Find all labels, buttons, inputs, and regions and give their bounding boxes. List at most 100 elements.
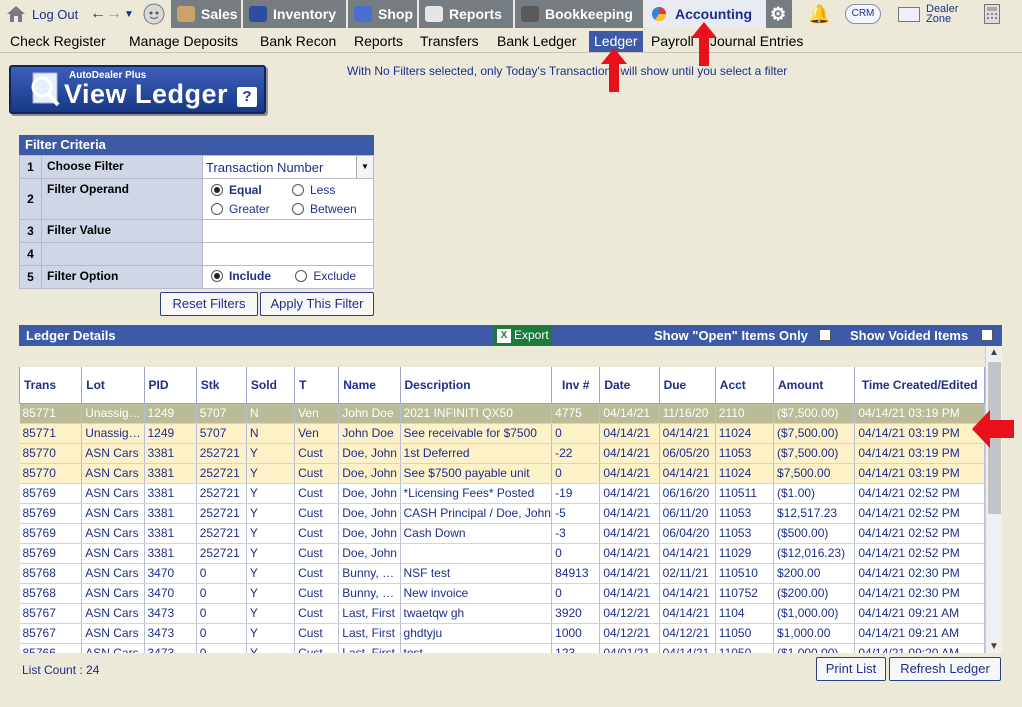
subnav-bank-recon[interactable]: Bank Recon: [260, 31, 336, 52]
apply-filter-button[interactable]: Apply This Filter: [260, 292, 374, 316]
option-include-radio[interactable]: Include: [211, 269, 292, 283]
scroll-down-icon[interactable]: ▼: [989, 641, 999, 652]
column-header[interactable]: Inv #: [551, 367, 601, 404]
ledger-cell: 3473: [144, 623, 197, 644]
nav-sales[interactable]: Sales: [171, 0, 242, 28]
logout-button[interactable]: Log Out: [6, 0, 86, 28]
chevron-down-icon[interactable]: ▼: [124, 9, 134, 20]
subnav-transfers[interactable]: Transfers: [420, 31, 479, 52]
ledger-cell: 04/14/21 09:21 AM: [854, 623, 985, 644]
red-up-arrow-icon: [601, 48, 627, 92]
ledger-cell: Cust: [294, 523, 340, 544]
operand-between-label: Between: [310, 201, 357, 216]
column-header[interactable]: PID: [143, 367, 197, 404]
ledger-row[interactable]: 85767 ASN Cars 3473 0 Y Cust Last, First twaetq…: [19, 603, 985, 624]
ledger-row[interactable]: 85769 ASN Cars 3381 252721 Y Cust Doe, John 0 04…: [19, 543, 985, 564]
filter-value-2-input[interactable]: [202, 242, 374, 266]
open-items-label: Show "Open" Items Only: [654, 328, 808, 343]
nav-reports[interactable]: Reports: [419, 0, 514, 28]
calculator-icon[interactable]: [984, 0, 1004, 28]
filter-value-input[interactable]: [202, 219, 374, 243]
ledger-cell: 2110: [715, 403, 775, 424]
ledger-cell: Cust: [294, 643, 340, 653]
settings-button[interactable]: ⚙: [766, 0, 793, 28]
reset-filters-button[interactable]: Reset Filters: [160, 292, 258, 316]
ledger-cell: 3381: [144, 483, 197, 504]
subnav-payroll[interactable]: Payroll: [651, 31, 694, 52]
operand-less-radio[interactable]: Less: [292, 183, 335, 197]
ledger-cell: 0: [196, 603, 247, 624]
column-header[interactable]: Acct: [714, 367, 775, 404]
ledger-cell: 252721: [196, 443, 247, 464]
column-header[interactable]: Trans: [19, 367, 83, 404]
refresh-ledger-button[interactable]: Refresh Ledger: [889, 657, 1001, 681]
ledger-cell: 3473: [144, 603, 197, 624]
dropdown-arrow-icon[interactable]: ▼: [356, 156, 373, 178]
nav-inventory[interactable]: Inventory: [243, 0, 347, 28]
ledger-row[interactable]: 85769 ASN Cars 3381 252721 Y Cust Doe, John *Li…: [19, 483, 985, 504]
ledger-row[interactable]: 85770 ASN Cars 3381 252721 Y Cust Doe, John See…: [19, 463, 985, 484]
dealer-zone-button[interactable]: Dealer Zone: [898, 0, 968, 28]
column-header[interactable]: Description: [399, 367, 553, 404]
ledger-cell: 3381: [144, 543, 197, 564]
home-icon: [7, 6, 25, 22]
ledger-row[interactable]: 85771 Unassigned 1249 5707 N Ven John Doe See r…: [19, 423, 985, 444]
operand-equal-radio[interactable]: Equal: [211, 183, 292, 197]
ledger-row[interactable]: 85770 ASN Cars 3381 252721 Y Cust Doe, John 1st…: [19, 443, 985, 464]
column-header[interactable]: Due: [658, 367, 716, 404]
ledger-cell: 02/11/21: [659, 563, 716, 584]
subnav-bank-ledger[interactable]: Bank Ledger: [497, 31, 576, 52]
back-arrow-icon[interactable]: ←: [90, 5, 106, 23]
column-header[interactable]: Name: [338, 367, 401, 404]
column-header[interactable]: Stk: [195, 367, 247, 404]
column-header[interactable]: Sold: [245, 367, 296, 404]
subnav-check-register[interactable]: Check Register: [10, 31, 106, 52]
history-nav[interactable]: ← → ▼: [90, 0, 134, 28]
user-avatar-icon[interactable]: [143, 0, 168, 28]
ledger-grid-viewport[interactable]: Trans Lot PID Stk Sold T Name Description Inv # D…: [19, 346, 985, 653]
ledger-row[interactable]: 85769 ASN Cars 3381 252721 Y Cust Doe, John CAS…: [19, 503, 985, 524]
print-list-button[interactable]: Print List: [816, 657, 886, 681]
ledger-cell: ASN Cars: [81, 503, 145, 524]
ledger-cell: 2021 INFINITI QX50: [400, 403, 553, 424]
ledger-row[interactable]: 85769 ASN Cars 3381 252721 Y Cust Doe, John Cas…: [19, 523, 985, 544]
option-exclude-radio[interactable]: Exclude: [295, 269, 356, 283]
ledger-row[interactable]: 85771 Unassigned 1249 5707 N Ven John Doe 2021 …: [19, 403, 985, 424]
nav-accounting-label: Accounting: [675, 6, 752, 22]
nav-bookkeeping[interactable]: Bookkeeping: [515, 0, 644, 28]
ledger-cell: CASH Principal / Doe, John: [400, 503, 553, 524]
subnav-reports[interactable]: Reports: [354, 31, 403, 52]
scroll-up-icon[interactable]: ▲: [989, 347, 999, 358]
ledger-cell: 04/14/21 09:20 AM: [854, 643, 985, 653]
column-header[interactable]: Time Created/Edited: [854, 367, 985, 404]
ledger-cell: Y: [246, 643, 296, 653]
ledger-cell: 04/14/21: [599, 483, 660, 504]
operand-between-radio[interactable]: Between: [292, 202, 357, 216]
subnav-journal-entries[interactable]: Journal Entries: [710, 31, 803, 52]
column-header[interactable]: T: [294, 367, 340, 404]
operand-greater-radio[interactable]: Greater: [211, 202, 292, 216]
ledger-cell: 85770: [19, 443, 83, 464]
forward-arrow-icon[interactable]: →: [106, 5, 122, 23]
open-items-checkbox[interactable]: [819, 329, 831, 341]
ledger-row[interactable]: 85766 ASN Cars 3473 0 Y Cust Last, First test 12…: [19, 643, 985, 653]
column-header[interactable]: Amount: [773, 367, 856, 404]
crm-button[interactable]: CRM: [845, 0, 881, 28]
ledger-cell: 3470: [144, 563, 197, 584]
export-button[interactable]: X Export: [494, 326, 552, 345]
subnav-manage-deposits[interactable]: Manage Deposits: [129, 31, 238, 52]
column-header[interactable]: Lot: [81, 367, 145, 404]
ledger-row[interactable]: 85768ASN Cars34700YCustBunny, BugsNew in…: [19, 583, 985, 604]
bell-icon[interactable]: 🔔: [808, 0, 830, 28]
voided-items-checkbox[interactable]: [981, 329, 993, 341]
choose-filter-select[interactable]: Transaction Number ▼: [202, 155, 374, 179]
red-up-arrow-icon: [691, 22, 717, 66]
ledger-row[interactable]: 85768ASN Cars34700YCustBunny, BugsNSF te…: [19, 563, 985, 584]
ledger-scrollbar[interactable]: ▲ ▼: [985, 346, 1002, 653]
ledger-row[interactable]: 85767 ASN Cars 3473 0 Y Cust Last, First ghdtyj…: [19, 623, 985, 644]
column-header[interactable]: Date: [599, 367, 660, 404]
filter-criteria-title: Filter Criteria: [19, 135, 374, 155]
ledger-cell: 5707: [196, 403, 247, 424]
help-icon[interactable]: ?: [237, 87, 257, 107]
nav-shop[interactable]: Shop: [348, 0, 418, 28]
